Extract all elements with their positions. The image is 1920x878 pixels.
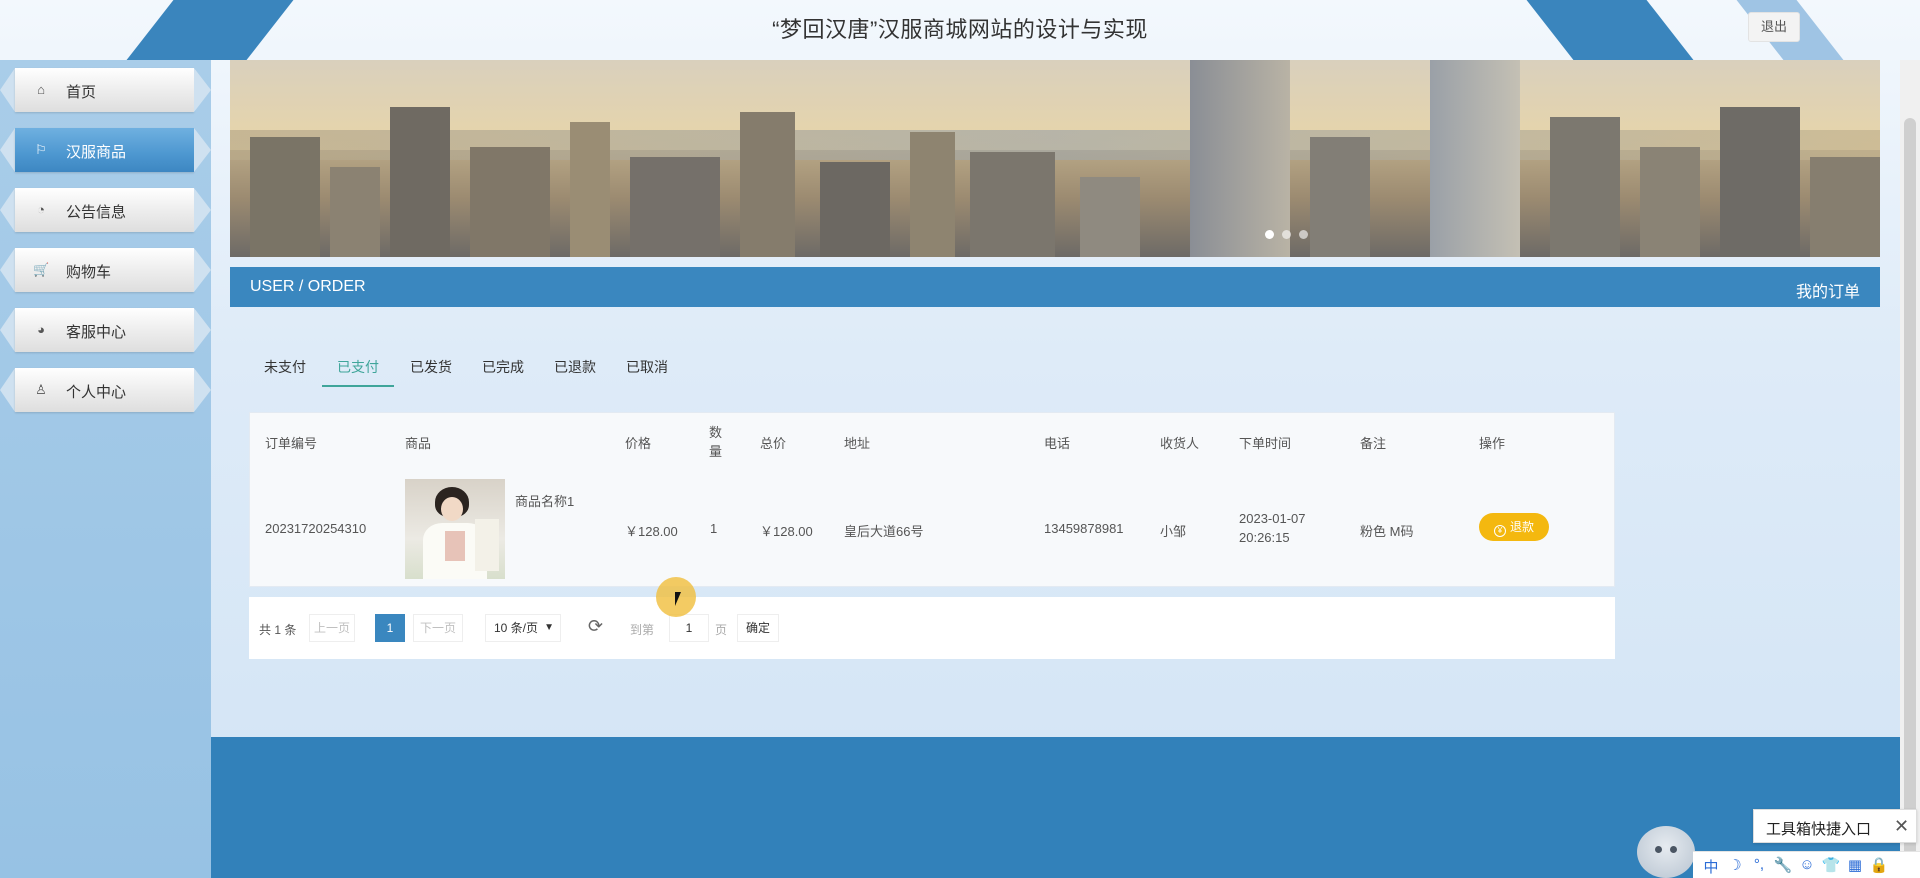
support-icon: ◕ (37, 322, 45, 337)
section-title-cn: 我的订单 (1795, 284, 1860, 301)
page-size-select[interactable]: 10 条/页 ▼ (485, 614, 561, 642)
column-header-remark: 备注 (1360, 436, 1387, 451)
price-value: ￥128.00 (625, 524, 678, 539)
tab-paid[interactable]: 已支付 (322, 347, 394, 387)
pager-current-page[interactable]: 1 (375, 614, 405, 642)
column-header-product: 商品 (405, 436, 432, 451)
column-header-receiver: 收货人 (1160, 436, 1200, 451)
refund-icon: ¥ (1493, 525, 1506, 537)
refund-button[interactable]: ¥ 退款 (1479, 513, 1549, 541)
user-icon: ♙ (35, 382, 47, 397)
tab-cancelled[interactable]: 已取消 (614, 347, 680, 387)
toolbox-shortcut-popup[interactable]: 工具箱快捷入口 ✕ (1753, 809, 1917, 843)
column-header-qty: 数量 (709, 425, 723, 459)
column-header-action: 操作 (1479, 436, 1506, 451)
sidebar-item-label: 公告信息 (66, 204, 127, 221)
column-header-phone: 电话 (1044, 436, 1071, 451)
product-name: 商品名称1 (515, 494, 575, 509)
sidebar-item-profile[interactable]: ♙ 个人中心 (0, 360, 211, 420)
tab-completed[interactable]: 已完成 (470, 347, 536, 387)
sidebar: ⌂ 首页 ⚐ 汉服商品 ◔ 公告信息 🛒 购物车 ◕ 客服中心 ♙ 个人中心 (0, 60, 211, 878)
section-header: USER / ORDER 我的订单 (230, 267, 1880, 307)
sidebar-item-label: 首页 (66, 84, 97, 101)
punctuation-icon[interactable]: °, (1749, 856, 1769, 873)
column-header-price: 价格 (625, 436, 652, 451)
pagination: 共 1 条 上一页 1 下一页 10 条/页 ▼ ⟳ 到第 1 页 确定 (249, 597, 1615, 659)
page-unit-label: 页 (715, 623, 728, 637)
carousel-dot[interactable] (1265, 230, 1274, 239)
chevron-down-icon: ▼ (544, 622, 554, 633)
carousel-indicators (1265, 226, 1325, 239)
page-size-value: 10 条/页 (494, 621, 539, 635)
sidebar-item-label: 汉服商品 (66, 144, 127, 161)
home-icon: ⌂ (37, 82, 45, 97)
orders-table: 订单编号 商品 价格 数量 总价 地址 电话 收货人 下单时间 备注 操作 20… (249, 412, 1615, 587)
grid-icon[interactable]: ▦ (1845, 856, 1865, 874)
address-value: 皇后大道66号 (844, 524, 924, 539)
goto-page-input[interactable]: 1 (669, 614, 709, 642)
goto-confirm-button[interactable]: 确定 (737, 614, 779, 642)
order-number: 20231720254310 (265, 521, 367, 536)
logout-button[interactable]: 退出 (1748, 12, 1800, 42)
page-scrollbar[interactable] (1900, 60, 1920, 878)
header: “梦回汉唐”汉服商城网站的设计与实现 退出 (0, 0, 1920, 60)
goto-label: 到第 (630, 623, 655, 637)
moon-icon[interactable]: ☽ (1725, 856, 1745, 874)
banner-carousel[interactable] (230, 60, 1880, 257)
flag-icon: ⚐ (35, 142, 47, 157)
product-thumbnail[interactable] (405, 479, 505, 579)
toolbox-label: 工具箱快捷入口 (1766, 821, 1872, 838)
order-time-value: 20:26:15 (1239, 530, 1290, 545)
sidebar-item-support[interactable]: ◕ 客服中心 (0, 300, 211, 360)
lock-icon[interactable]: 🔒 (1869, 856, 1889, 874)
skin-icon[interactable]: 👕 (1821, 856, 1841, 874)
column-header-address: 地址 (844, 436, 871, 451)
tab-shipped[interactable]: 已发货 (398, 347, 464, 387)
mouse-cursor-icon (675, 592, 681, 606)
column-header-order-time: 下单时间 (1239, 436, 1292, 451)
ime-chinese-mode[interactable]: 中 (1701, 856, 1721, 877)
sidebar-item-label: 客服中心 (66, 324, 127, 341)
scrollbar-thumb[interactable] (1904, 118, 1916, 878)
site-title: “梦回汉唐”汉服商城网站的设计与实现 (772, 17, 1148, 42)
emoji-icon[interactable]: ☺ (1797, 856, 1817, 873)
refund-button-label: 退款 (1509, 520, 1534, 534)
carousel-dot[interactable] (1299, 230, 1308, 239)
tab-unpaid[interactable]: 未支付 (252, 347, 318, 387)
cart-icon: 🛒 (33, 262, 50, 277)
column-header-total: 总价 (760, 436, 787, 451)
pager-total: 共 1 条 (259, 623, 297, 637)
carousel-dot[interactable] (1282, 230, 1291, 239)
phone-value: 13459878981 (1044, 521, 1124, 536)
receiver-value: 小邹 (1160, 524, 1187, 539)
qty-value: 1 (710, 521, 718, 536)
wrench-icon[interactable]: 🔧 (1773, 856, 1793, 874)
sidebar-item-hanfu-products[interactable]: ⚐ 汉服商品 (0, 120, 211, 180)
sidebar-item-announcements[interactable]: ◔ 公告信息 (0, 180, 211, 240)
pager-prev-button[interactable]: 上一页 (309, 614, 355, 642)
close-icon[interactable]: ✕ (1894, 816, 1909, 837)
gauge-icon: ◔ (37, 202, 45, 217)
pager-next-button[interactable]: 下一页 (413, 614, 463, 642)
remark-value: 粉色 M码 (1360, 524, 1414, 539)
refresh-icon[interactable]: ⟳ (588, 616, 603, 637)
tab-refunded[interactable]: 已退款 (542, 347, 608, 387)
sidebar-item-home[interactable]: ⌂ 首页 (0, 60, 211, 120)
sidebar-item-cart[interactable]: 🛒 购物车 (0, 240, 211, 300)
column-header-order-no: 订单编号 (265, 436, 318, 451)
assistant-avatar[interactable] (1637, 826, 1695, 878)
section-title-en: USER / ORDER (250, 278, 366, 295)
sidebar-item-label: 购物车 (66, 264, 112, 281)
ime-toolbar: 中 ☽ °, 🔧 ☺ 👕 ▦ 🔒 (1693, 851, 1920, 878)
sidebar-item-label: 个人中心 (66, 384, 127, 401)
order-date-value: 2023-01-07 (1239, 511, 1306, 526)
total-value: ￥128.00 (760, 524, 813, 539)
